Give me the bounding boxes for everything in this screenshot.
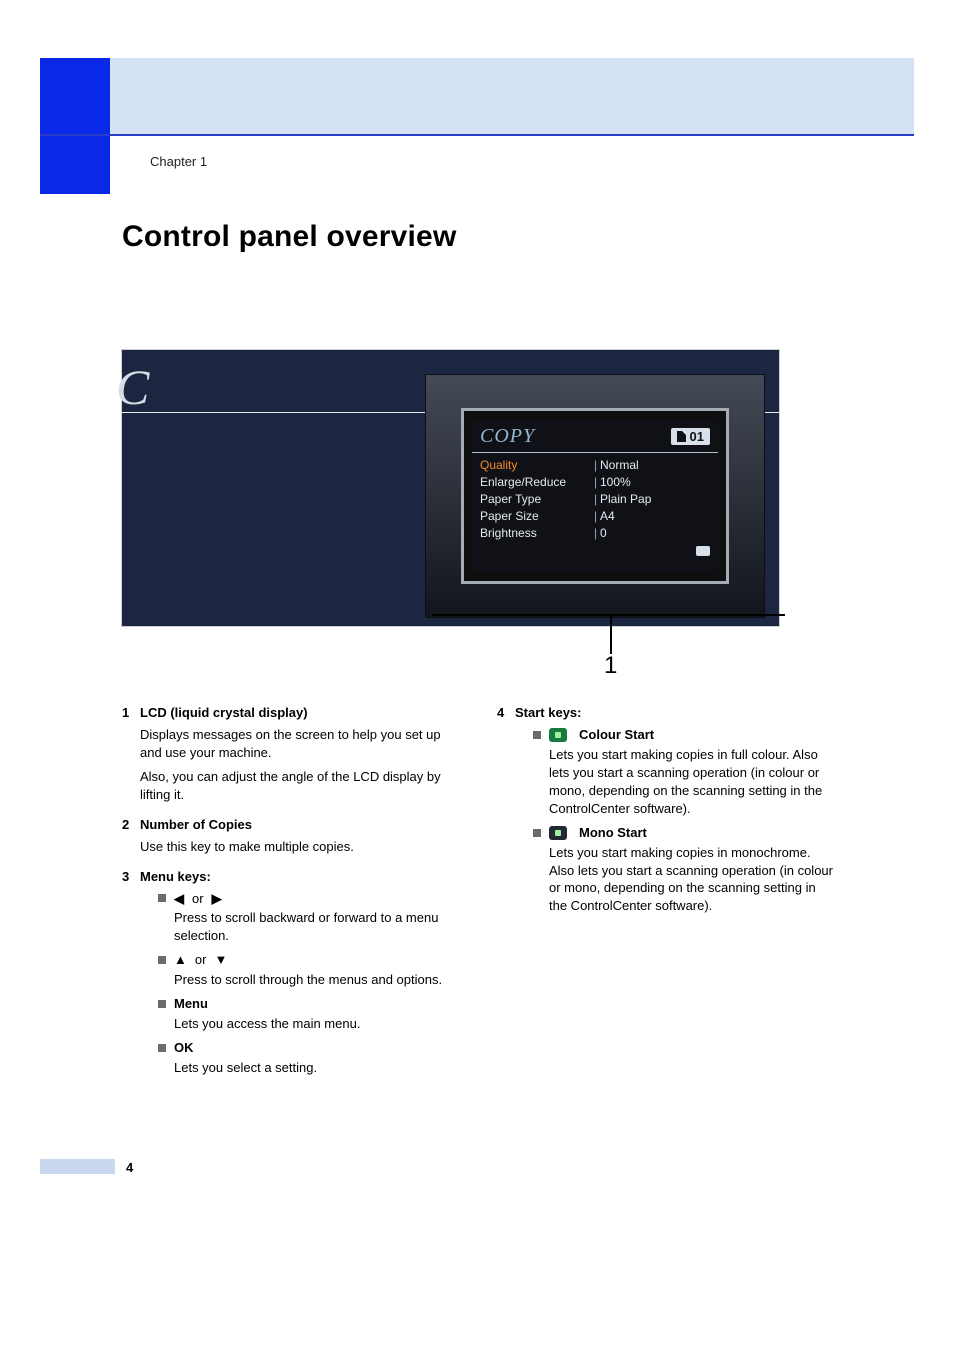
sub-list: Colour Start Lets you start making copie… [533,726,836,915]
left-arrow-icon: ◀ [174,890,184,908]
colour-start-key-icon [549,728,567,742]
callout-number: 1 [604,652,617,680]
lcd-copy-count-badge: 01 [671,428,710,445]
lcd-row-value: 100% [600,474,631,491]
lcd-header: COPY 01 [472,419,718,453]
square-bullet-icon [533,731,541,739]
list-item-title: Menu keys: [140,868,461,886]
lcd-row: Quality | Normal [480,457,710,474]
lcd-frame: COPY 01 Quality | Normal Enl [464,411,726,581]
right-column: 4 Start keys: Colour Start Lets you star… [497,704,836,1089]
square-bullet-icon [158,1044,166,1052]
chapter-label: Chapter 1 [150,154,207,169]
header-banner [40,58,914,136]
document-page: Chapter 1 Control panel overview C COPY … [0,0,954,1351]
lcd-row-value: 0 [600,525,607,542]
list-item-text: Use this key to make multiple copies. [140,838,461,856]
product-model-glyph: C [116,362,156,410]
ok-key-label: OK [174,1039,194,1057]
lcd-scroll-icon [696,546,710,556]
mono-start-label: Mono Start [579,824,647,842]
or-text: or [195,951,207,969]
sub-item: Mono Start Lets you start making copies … [533,824,836,916]
list-number: 4 [497,704,515,921]
sub-item: ◀ or ▶ Press to scroll backward or forwa… [158,890,461,946]
list-number: 2 [122,816,140,862]
header-banner-accent [40,58,110,134]
side-tab-accent [40,136,110,194]
list-item: 4 Start keys: Colour Start Lets you star… [497,704,836,921]
sub-list: ◀ or ▶ Press to scroll backward or forwa… [158,890,461,1077]
list-number: 3 [122,868,140,1083]
right-arrow-icon: ▶ [212,890,222,908]
page-title: Control panel overview [122,220,456,254]
lcd-row-value: A4 [600,508,615,525]
down-arrow-icon: ▼ [214,951,227,969]
lcd-screen: COPY 01 Quality | Normal Enl [472,419,718,573]
lcd-row-label: Paper Size [480,508,594,525]
lcd-row-value: Plain Pap [600,491,651,508]
sub-item-text: Lets you access the main menu. [174,1015,461,1033]
lcd-mode-title: COPY [480,425,671,448]
list-item-title: Number of Copies [140,816,461,834]
sub-item-text: Lets you select a setting. [174,1059,461,1077]
left-column: 1 LCD (liquid crystal display) Displays … [122,704,461,1089]
product-illustration: C COPY 01 Quality | [122,350,779,626]
callout-connector [610,614,612,654]
list-item-title: LCD (liquid crystal display) [140,704,461,722]
sub-item: OK Lets you select a setting. [158,1039,461,1077]
list-item: 2 Number of Copies Use this key to make … [122,816,461,862]
or-text: or [192,890,204,908]
lcd-row: Paper Type | Plain Pap [480,491,710,508]
lcd-row-label: Paper Type [480,491,594,508]
lcd-row: Brightness | 0 [480,525,710,542]
callout-connector [432,614,785,616]
body-columns: 1 LCD (liquid crystal display) Displays … [122,704,836,1089]
lcd-row-label: Enlarge/Reduce [480,474,594,491]
lcd-row: Enlarge/Reduce | 100% [480,474,710,491]
square-bullet-icon [158,1000,166,1008]
sub-item-text: Lets you start making copies in monochro… [549,844,836,916]
document-icon [677,431,686,442]
lcd-bezel: COPY 01 Quality | Normal Enl [425,374,765,618]
sub-item-text: Press to scroll backward or forward to a… [174,909,461,945]
page-number: 4 [126,1160,133,1175]
lcd-copy-count: 01 [690,429,704,444]
sub-item-text: Lets you start making copies in full col… [549,746,836,818]
list-item-text: Displays messages on the screen to help … [140,726,461,762]
list-item-text: Also, you can adjust the angle of the LC… [140,768,461,804]
mono-start-key-icon [549,826,567,840]
footer-accent-bar [40,1159,115,1174]
lcd-settings-list: Quality | Normal Enlarge/Reduce | 100% P… [472,453,718,544]
list-item: 1 LCD (liquid crystal display) Displays … [122,704,461,810]
list-item-title: Start keys: [515,704,836,722]
lcd-row-label: Quality [480,457,594,474]
up-arrow-icon: ▲ [174,951,187,969]
list-item: 3 Menu keys: ◀ or ▶ Press to scroll back… [122,868,461,1083]
sub-item: ▲ or ▼ Press to scroll through the menus… [158,951,461,989]
lcd-row-label: Brightness [480,525,594,542]
sub-item: Colour Start Lets you start making copie… [533,726,836,818]
colour-start-label: Colour Start [579,726,654,744]
lcd-row: Paper Size | A4 [480,508,710,525]
lcd-row-value: Normal [600,457,639,474]
square-bullet-icon [533,829,541,837]
menu-key-label: Menu [174,995,208,1013]
lcd-footer [472,544,718,560]
list-number: 1 [122,704,140,810]
sub-item-text: Press to scroll through the menus and op… [174,971,461,989]
square-bullet-icon [158,956,166,964]
sub-item: Menu Lets you access the main menu. [158,995,461,1033]
square-bullet-icon [158,894,166,902]
